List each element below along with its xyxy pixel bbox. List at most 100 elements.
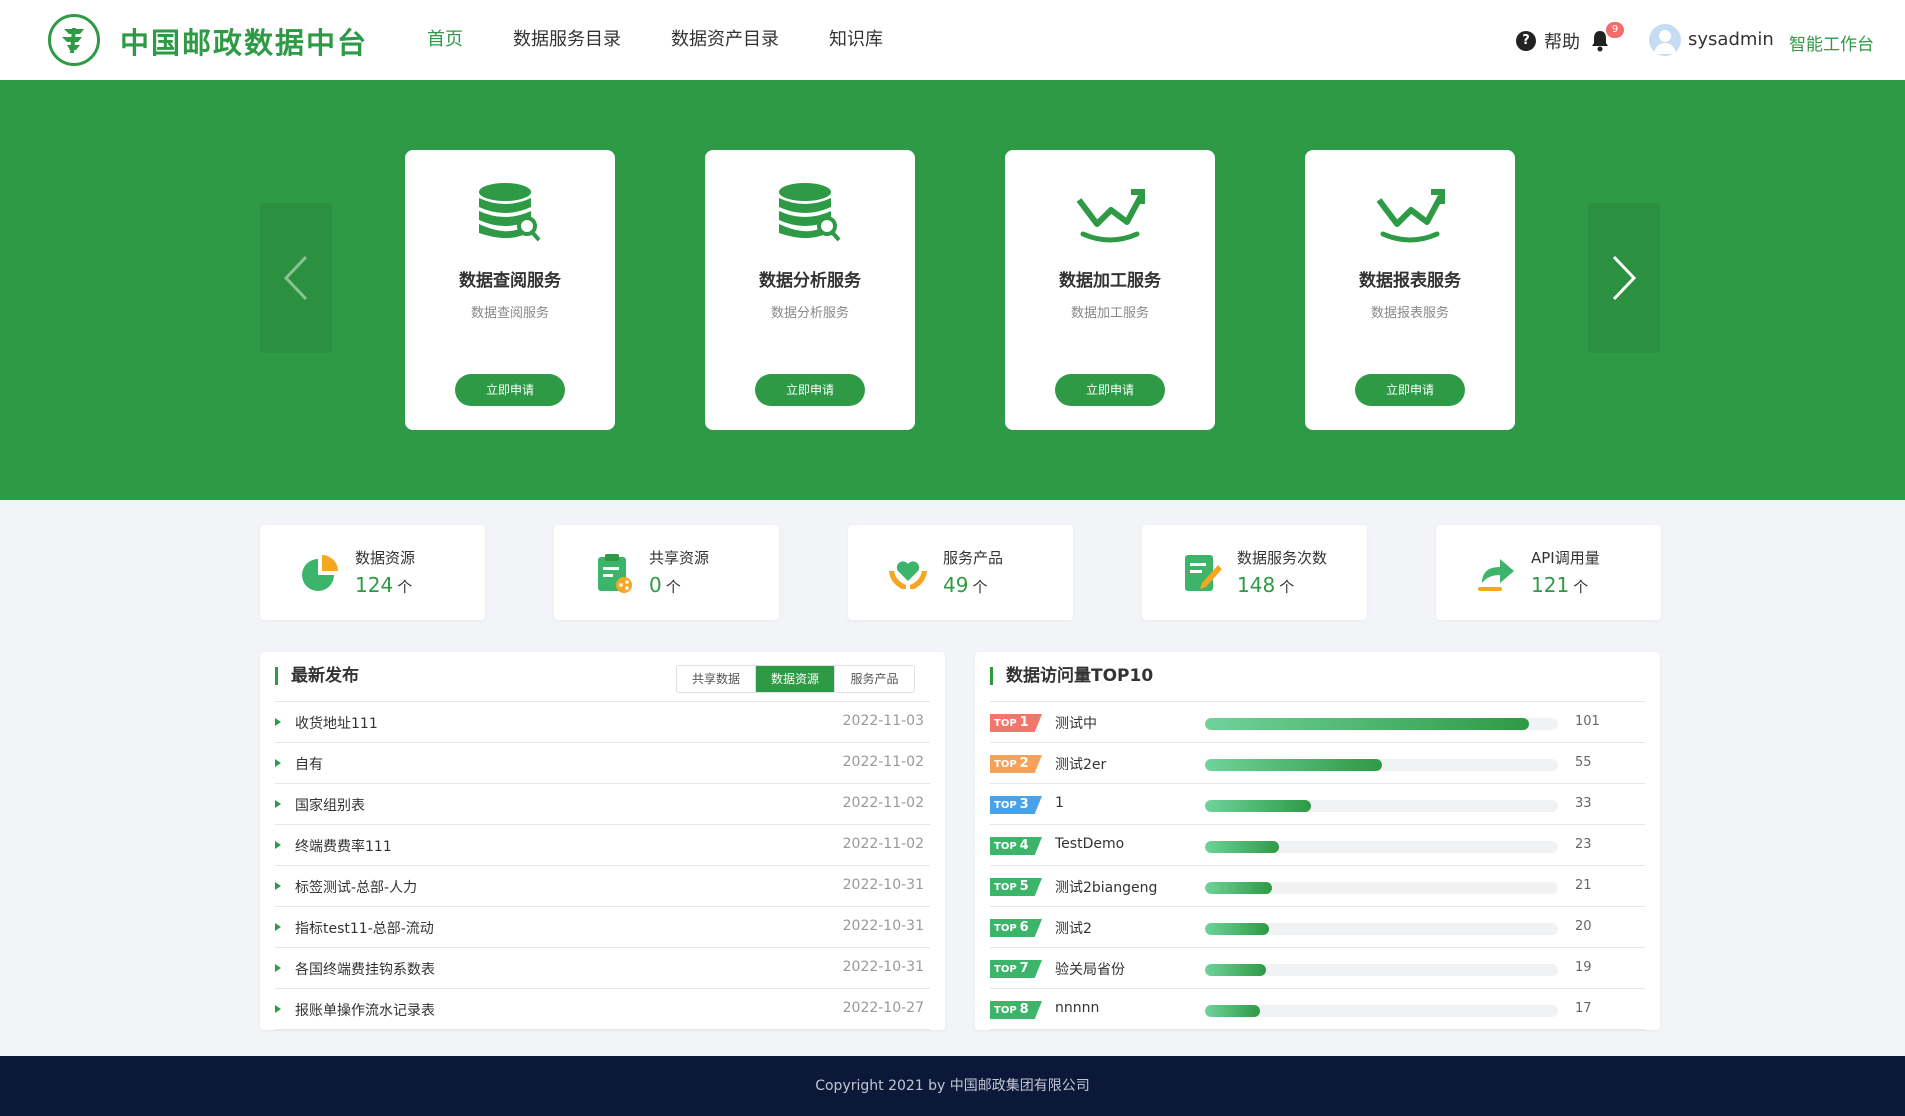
stat-label: 共享资源	[649, 549, 710, 567]
service-title: 数据查阅服务	[459, 271, 561, 291]
triangle-bullet-icon	[275, 1005, 281, 1013]
rank-badge: TOP 4	[990, 837, 1042, 855]
ranking-row[interactable]: TOP 5 测试2biangeng 21	[990, 866, 1645, 907]
apply-button[interactable]: 立即申请	[455, 374, 565, 406]
avatar[interactable]	[1649, 24, 1681, 56]
list-item[interactable]: 收货地址111 2022-11-03	[275, 702, 930, 743]
nav-item-knowledge-base[interactable]: 知识库	[829, 0, 883, 80]
apply-button[interactable]: 立即申请	[1355, 374, 1465, 406]
stat-unit: 个	[972, 578, 988, 596]
rank-badge: TOP 7	[990, 960, 1042, 978]
footer-copyright: Copyright 2021 by 中国邮政集团有限公司	[0, 1056, 1905, 1116]
ranking-row[interactable]: TOP 8 nnnnn 17	[990, 989, 1645, 1030]
tab-service-products[interactable]: 服务产品	[835, 666, 914, 692]
rank-number: 2	[1019, 756, 1029, 771]
rank-name: 测试2	[1055, 921, 1092, 937]
stat-card-data-resources[interactable]: 数据资源 124 个	[260, 525, 485, 620]
tab-data-resources[interactable]: 数据资源	[756, 666, 835, 692]
username[interactable]: sysadmin	[1688, 29, 1774, 50]
list-item[interactable]: 标签测试-总部-人力 2022-10-31	[275, 866, 930, 907]
database-search-icon	[775, 180, 845, 244]
trend-up-icon	[1075, 180, 1146, 244]
rank-number: 3	[1019, 797, 1029, 812]
item-title: 指标test11-总部-流动	[295, 921, 434, 937]
item-date: 2022-10-31	[842, 959, 924, 975]
rank-bar-track	[1205, 964, 1558, 976]
apply-button[interactable]: 立即申请	[755, 374, 865, 406]
item-date: 2022-11-02	[842, 795, 924, 811]
rank-bar-fill	[1205, 800, 1311, 812]
ranking-row[interactable]: TOP 2 测试2er 55	[990, 743, 1645, 784]
rank-prefix: TOP	[994, 800, 1017, 811]
help-icon: ?	[1516, 31, 1536, 51]
share-arrow-icon	[1474, 551, 1518, 595]
triangle-bullet-icon	[275, 841, 281, 849]
rank-bar-track	[1205, 800, 1558, 812]
rank-bar-fill	[1205, 1005, 1260, 1017]
chevron-right-icon	[1612, 255, 1637, 301]
nav-item-data-asset-catalog[interactable]: 数据资产目录	[671, 0, 779, 80]
item-title: 报账单操作流水记录表	[295, 1003, 435, 1019]
rank-name: nnnnn	[1055, 1000, 1100, 1016]
rank-name: 1	[1055, 795, 1064, 811]
rank-value: 55	[1575, 755, 1592, 770]
stat-card-api-calls[interactable]: API调用量 121 个	[1436, 525, 1661, 620]
service-card-query[interactable]: 数据查阅服务 数据查阅服务 立即申请	[405, 150, 615, 430]
stat-unit: 个	[1279, 578, 1295, 596]
rank-bar-fill	[1205, 759, 1382, 771]
nav-item-home[interactable]: 首页	[427, 0, 463, 80]
service-banner: 数据查阅服务 数据查阅服务 立即申请 数据分析服务 数据分析服务 立即申请 数据…	[0, 80, 1905, 500]
service-desc: 数据报表服务	[1370, 306, 1449, 321]
latest-list: 收货地址111 2022-11-03 自有 2022-11-02 国家组别表 2022-1…	[275, 702, 930, 1030]
list-item[interactable]: 自有 2022-11-02	[275, 743, 930, 784]
apply-button[interactable]: 立即申请	[1055, 374, 1165, 406]
rank-name: 验关局省份	[1055, 962, 1125, 978]
service-card-processing[interactable]: 数据加工服务 数据加工服务 立即申请	[1005, 150, 1215, 430]
ranking-row[interactable]: TOP 6 测试2 20	[990, 907, 1645, 948]
nav-item-data-service-catalog[interactable]: 数据服务目录	[513, 0, 621, 80]
rank-prefix: TOP	[994, 882, 1017, 893]
stat-card-service-count[interactable]: 数据服务次数 148 个	[1142, 525, 1367, 620]
stat-number: 148	[1237, 573, 1276, 597]
stat-label: 数据服务次数	[1237, 549, 1328, 567]
list-item[interactable]: 终端费费率111 2022-11-02	[275, 825, 930, 866]
tab-shared-data[interactable]: 共享数据	[677, 666, 756, 692]
rank-prefix: TOP	[994, 1005, 1017, 1016]
ranking-row[interactable]: TOP 4 TestDemo 23	[990, 825, 1645, 866]
rank-badge: TOP 8	[990, 1001, 1042, 1019]
ranking-row[interactable]: TOP 7 验关局省份 19	[990, 948, 1645, 989]
rank-prefix: TOP	[994, 759, 1017, 770]
stat-value: 148 个	[1237, 573, 1294, 597]
service-desc: 数据查阅服务	[470, 306, 549, 321]
triangle-bullet-icon	[275, 759, 281, 767]
item-title: 标签测试-总部-人力	[295, 880, 418, 896]
stat-unit: 个	[397, 578, 413, 596]
item-title: 各国终端费挂钩系数表	[295, 962, 435, 978]
service-card-report[interactable]: 数据报表服务 数据报表服务 立即申请	[1305, 150, 1515, 430]
rank-bar-fill	[1205, 923, 1270, 935]
carousel-next-button[interactable]	[1588, 203, 1660, 353]
stat-label: 服务产品	[943, 549, 1004, 567]
ranking-row[interactable]: TOP 1 测试中 101	[990, 702, 1645, 743]
carousel-prev-button[interactable]	[260, 203, 332, 353]
triangle-bullet-icon	[275, 718, 281, 726]
service-card-analysis[interactable]: 数据分析服务 数据分析服务 立即申请	[705, 150, 915, 430]
ranking-row[interactable]: TOP 3 1 33	[990, 784, 1645, 825]
stat-card-shared-resources[interactable]: 共享资源 0个	[554, 525, 779, 620]
category-tabs: 共享数据 数据资源 服务产品	[676, 665, 915, 693]
help-link[interactable]: ? 帮助	[1516, 28, 1580, 54]
panel-header: 数据访问量TOP10	[990, 652, 1645, 702]
rank-number: 7	[1019, 961, 1029, 976]
stat-number: 49	[943, 573, 969, 597]
service-title: 数据分析服务	[759, 271, 861, 291]
stat-value: 124 个	[355, 573, 412, 597]
stat-card-service-products[interactable]: 服务产品 49 个	[848, 525, 1073, 620]
list-item[interactable]: 指标test11-总部-流动 2022-10-31	[275, 907, 930, 948]
workbench-link[interactable]: 智能工作台	[1789, 30, 1874, 55]
china-post-logo-icon[interactable]	[48, 14, 100, 66]
list-item[interactable]: 国家组别表 2022-11-02	[275, 784, 930, 825]
service-desc: 数据分析服务	[770, 306, 849, 321]
list-item[interactable]: 报账单操作流水记录表 2022-10-27	[275, 989, 930, 1030]
brand-title: 中国邮政数据中台	[120, 26, 369, 60]
list-item[interactable]: 各国终端费挂钩系数表 2022-10-31	[275, 948, 930, 989]
